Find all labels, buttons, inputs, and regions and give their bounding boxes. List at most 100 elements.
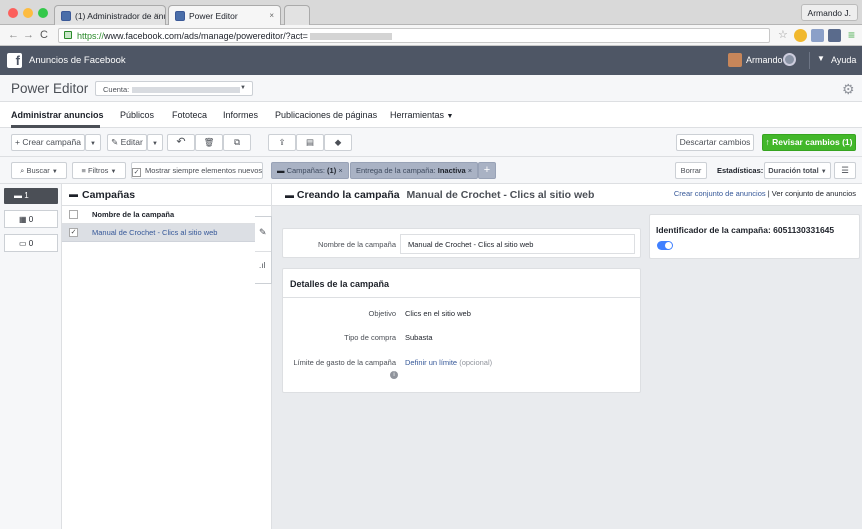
chevron-down-icon[interactable]: ▼ <box>817 54 825 63</box>
detail-title: ▬ Creando la campaña Manual de Crochet -… <box>285 189 595 201</box>
account-selector[interactable]: Cuenta: ▼ <box>95 81 253 96</box>
chevron-down-icon: ▼ <box>51 169 58 175</box>
select-all-checkbox[interactable] <box>69 210 78 219</box>
bookmark-star-icon[interactable]: ☆ <box>778 28 788 41</box>
export-icon: ⇪ <box>278 137 286 147</box>
columns-button[interactable]: ☰ <box>834 162 856 179</box>
menu-icon[interactable]: ≡ <box>848 28 855 42</box>
campaign-status-toggle[interactable] <box>657 241 673 250</box>
edit-dropdown-button[interactable]: ▼ <box>147 134 163 151</box>
table-row[interactable]: ✓ Manual de Crochet - Clics al sitio web <box>62 224 272 242</box>
discard-changes-button[interactable]: Descartar cambios <box>676 134 754 151</box>
duplicate-button[interactable]: ⧉ <box>223 134 251 151</box>
close-icon[interactable]: × <box>468 166 472 175</box>
folder-icon: ▬ <box>69 189 78 199</box>
toggle-knob <box>665 242 672 249</box>
row-checkbox[interactable]: ✓ <box>69 228 78 237</box>
set-limit-link[interactable]: Definir un límite <box>405 358 457 367</box>
campaign-id-card: Identificador de la campaña: 60511303316… <box>649 214 860 259</box>
divider <box>283 297 640 298</box>
filter-chip-delivery[interactable]: Entrega de la campaña: Inactiva × <box>350 162 479 179</box>
reload-icon[interactable]: C <box>40 29 48 41</box>
show-new-items-toggle[interactable]: ✓ Mostrar siempre elementos nuevos <box>131 162 263 179</box>
tab-publicos[interactable]: Públicos <box>120 110 154 120</box>
ad-icon: ▭ <box>19 239 27 248</box>
chevron-down-icon: ▼ <box>240 85 246 91</box>
delete-button[interactable]: 🗑 <box>195 134 223 151</box>
review-changes-button[interactable]: ↑ Revisar cambios (1) <box>762 134 856 151</box>
facebook-logo-icon[interactable]: f <box>7 53 22 68</box>
add-filter-button[interactable]: + <box>478 162 496 179</box>
close-icon[interactable]: × <box>338 166 342 175</box>
help-link[interactable]: Ayuda <box>831 55 856 65</box>
create-campaign-button[interactable]: + Crear campaña <box>11 134 85 151</box>
preview-button[interactable]: ▤ <box>296 134 324 151</box>
campaign-name-label: Nombre de la campaña <box>318 240 396 249</box>
chevron-down-icon: ▼ <box>446 113 454 120</box>
back-icon[interactable]: ← <box>8 29 19 41</box>
ads-app-title[interactable]: Anuncios de Facebook <box>29 55 126 66</box>
edit-button[interactable]: ✎ Editar <box>107 134 147 151</box>
close-tab-icon[interactable]: × <box>269 11 274 20</box>
browser-profile-button[interactable]: Armando J. <box>800 4 858 21</box>
campaign-detail-panel: ▬ Creando la campaña Manual de Crochet -… <box>272 184 862 529</box>
facebook-tab-icon <box>61 11 71 21</box>
view-adset-link[interactable]: Ver conjunto de anuncios <box>772 189 856 198</box>
pencil-icon[interactable]: ✎ <box>259 227 267 238</box>
tab-herramientas[interactable]: Herramientas ▼ <box>390 110 453 120</box>
create-adset-link[interactable]: Crear conjunto de anuncios <box>674 189 766 198</box>
new-tab-button[interactable] <box>284 5 310 25</box>
browser-tab-admin[interactable]: (1) Administrador de anunc × <box>54 5 166 25</box>
columns-icon: ☰ <box>841 165 849 175</box>
chevron-down-icon: ▼ <box>152 141 158 147</box>
extension-icon[interactable] <box>828 29 841 42</box>
tab-publicaciones[interactable]: Publicaciones de páginas <box>275 110 377 120</box>
spend-limit-label: Límite de gasto de la campaña <box>293 358 396 367</box>
tab-administrar-anuncios[interactable]: Administrar anuncios <box>11 110 104 120</box>
clear-filters-button[interactable]: Borrar <box>675 162 707 179</box>
globe-icon[interactable] <box>783 53 796 66</box>
checkbox-checked-icon: ✓ <box>132 168 141 177</box>
filters-button[interactable]: ≡ Filtros ▼ <box>72 162 126 179</box>
forward-icon[interactable]: → <box>23 29 34 41</box>
rail-adsets[interactable]: ▦ 0 <box>4 210 58 228</box>
browser-tab-power-editor[interactable]: Power Editor × <box>168 5 281 25</box>
filter-bar: ⌕ Buscar ▼ ≡ Filtros ▼ ✓ Mostrar siempre … <box>0 157 862 184</box>
tag-icon: ◆ <box>334 137 342 147</box>
facebook-top-bar: f Anuncios de Facebook Armando ▼ Ayuda <box>0 46 862 75</box>
stats-period-select[interactable]: Duración total ▼ <box>764 162 831 179</box>
power-editor-header: Power Editor Cuenta: ▼ ⚙ <box>0 75 862 102</box>
arrow-up-icon: ↑ <box>765 137 770 147</box>
tab-fototeca[interactable]: Fototeca <box>172 110 207 120</box>
tab-informes[interactable]: Informes <box>223 110 258 120</box>
undo-button[interactable]: ↶ <box>167 134 195 151</box>
folder-icon: ▬ <box>285 190 294 200</box>
close-window-button[interactable] <box>8 8 18 18</box>
user-name-link[interactable]: Armando <box>746 55 783 65</box>
create-dropdown-button[interactable]: ▼ <box>85 134 101 151</box>
rail-campaigns[interactable]: ▬ 1 <box>4 188 58 204</box>
chart-icon[interactable]: .ıl <box>259 261 265 270</box>
maximize-window-button[interactable] <box>38 8 48 18</box>
search-button[interactable]: ⌕ Buscar ▼ <box>11 162 67 179</box>
campaign-name-input[interactable]: Manual de Crochet - Clics al sitio web <box>400 234 635 254</box>
export-button[interactable]: ⇪ <box>268 134 296 151</box>
extension-icon[interactable] <box>811 29 824 42</box>
info-icon[interactable]: i <box>390 371 398 379</box>
url-input[interactable]: https://www.facebook.com/ads/manage/powe… <box>58 28 770 43</box>
rail-ads[interactable]: ▭ 0 <box>4 234 58 252</box>
filter-chip-campaigns[interactable]: ▬ Campañas: (1) × <box>271 162 349 179</box>
redacted-account-name <box>132 87 241 94</box>
minimize-window-button[interactable] <box>23 8 33 18</box>
extension-icon[interactable] <box>794 29 807 42</box>
facebook-tab-icon <box>175 11 185 21</box>
objective-value[interactable]: Clics en el sitio web <box>405 309 471 318</box>
buy-type-value[interactable]: Subasta <box>405 333 433 342</box>
tag-button[interactable]: ◆ <box>324 134 352 151</box>
document-icon: ▤ <box>305 137 315 147</box>
side-tools: ✎ .ıl <box>255 216 272 284</box>
close-tab-icon[interactable]: × <box>154 11 159 20</box>
campaign-name-card: Nombre de la campaña Manual de Crochet -… <box>282 228 641 258</box>
avatar[interactable] <box>728 53 742 67</box>
gear-icon[interactable]: ⚙ <box>842 81 855 98</box>
